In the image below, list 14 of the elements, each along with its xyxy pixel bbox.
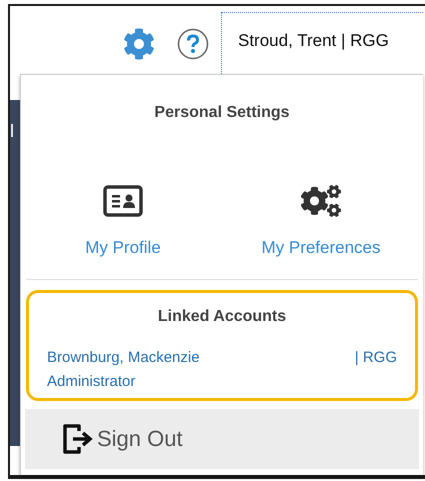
account-org: | RGG <box>354 348 397 368</box>
background-text: l <box>10 122 15 140</box>
section-title: Linked Accounts <box>158 306 286 326</box>
user-menu-tab[interactable]: Stroud, Trent | RGG <box>221 12 423 74</box>
account-role: Administrator <box>47 372 136 392</box>
help-icon[interactable] <box>177 28 209 60</box>
panel-title: Personal Settings <box>154 103 290 123</box>
account-link[interactable]: Brownburg, Mackenzie <box>47 346 200 369</box>
sign-out-button[interactable]: Sign Out <box>25 408 419 468</box>
settings-link[interactable]: My Preferences <box>222 181 420 260</box>
exit-icon <box>61 422 95 456</box>
settings-link[interactable]: My Profile <box>24 181 222 260</box>
settings-icon[interactable] <box>123 28 155 60</box>
id-card-icon <box>103 185 143 217</box>
